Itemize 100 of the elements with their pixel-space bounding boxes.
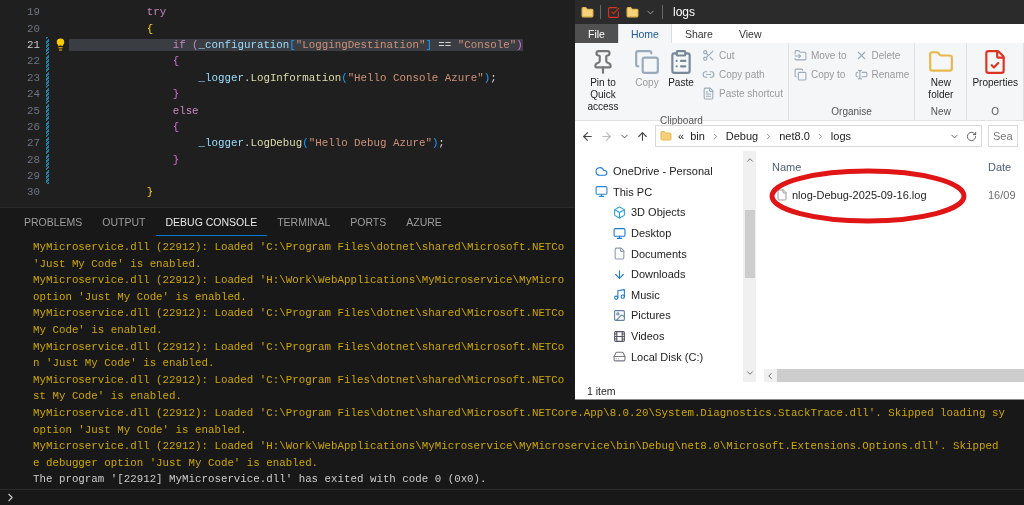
download-icon: [613, 267, 626, 281]
line-number: 30: [26, 186, 40, 199]
group-label: O: [990, 106, 1001, 119]
up-icon[interactable]: [636, 129, 649, 143]
status-text: 1 item: [586, 383, 617, 399]
console-line: The program '[22912] MyMicroservice.dll' has exited with code 0 (0x0).: [33, 472, 487, 488]
forward-icon[interactable]: [600, 129, 613, 143]
cut-icon: [702, 49, 715, 62]
move-icon: [793, 49, 807, 62]
file-item[interactable]: nlog-Debug-2025-09-16.log: [764, 189, 988, 201]
line-number: 19: [26, 6, 40, 19]
nav-item[interactable]: Downloads: [613, 263, 743, 285]
code-line: }: [171, 153, 180, 166]
console-line: MyMicroservice.dll (22912): Loaded 'C:\Program Files\dotnet\shared\Microsoft.NETCo: [33, 339, 565, 355]
code-line: try: [145, 6, 167, 19]
line-number: 25: [26, 104, 40, 117]
console-line: 'Just My Code' is enabled.: [33, 256, 202, 272]
nav-item[interactable]: Videos: [613, 325, 743, 347]
copy-icon: [634, 49, 660, 75]
video-icon: [613, 329, 626, 343]
console-line: st My Code' is enabled.: [33, 389, 183, 405]
group-label: Clipboard: [659, 115, 704, 128]
nav-item[interactable]: OneDrive - Personal: [595, 161, 743, 182]
panel-tab[interactable]: PORTS: [340, 208, 397, 236]
window-title: logs: [673, 5, 695, 19]
column-header[interactable]: Name: [764, 161, 988, 173]
breadcrumb[interactable]: net8.0: [779, 130, 810, 142]
file-date: 16/09: [988, 189, 1016, 201]
line-number: 27: [26, 137, 40, 150]
line-number: 23: [26, 71, 40, 84]
console-line: My Code' is enabled.: [33, 322, 163, 338]
refresh-icon[interactable]: [966, 130, 977, 142]
line-number: 22: [26, 55, 40, 68]
code-line: {: [145, 22, 154, 35]
console-line: MyMicroservice.dll (22912): Loaded 'H:\Work\WebApplications\MyMicroservice\MyMicroservice\bin\Debug\net8.0\Microsoft.Extensions.Options.dll'. Skipped: [33, 439, 999, 455]
console-line: n 'Just My Code' is enabled.: [33, 356, 215, 372]
panel-tab[interactable]: PROBLEMS: [14, 208, 93, 236]
search-field[interactable]: Sea: [988, 125, 1018, 147]
scrollbar-thumb[interactable]: [744, 210, 755, 278]
folder-icon: [927, 49, 954, 75]
new-folder-icon[interactable]: [626, 5, 639, 19]
scrollbar[interactable]: [743, 151, 756, 382]
shortcut-icon: [702, 87, 715, 100]
scroll-down-icon[interactable]: [744, 368, 755, 378]
console-line: e debugger option 'Just My Code' is enabled.: [33, 455, 319, 471]
scroll-up-icon[interactable]: [744, 155, 755, 165]
console-line: MyMicroservice.dll (22912): Loaded 'C:\Program Files\dotnet\shared\Microsoft.NETCo: [33, 372, 565, 388]
horizontal-scrollbar[interactable]: [764, 369, 1024, 382]
line-number: 20: [26, 22, 40, 35]
nav-item[interactable]: 3D Objects: [613, 202, 743, 223]
code-line: {: [171, 120, 180, 133]
panel-tab[interactable]: DEBUG CONSOLE: [155, 208, 268, 236]
picture-icon: [613, 308, 626, 322]
nav-item[interactable]: Desktop: [613, 222, 743, 244]
line-number: 24: [26, 88, 40, 101]
ribbon-button[interactable]: Pin to Quick access: [578, 47, 628, 115]
nav-item[interactable]: Pictures: [613, 305, 743, 326]
code-line: _logger.LogDebug("Hello Debug Azure");: [197, 137, 445, 150]
group-label: New: [929, 106, 952, 119]
ribbon-tab[interactable]: View: [725, 24, 775, 43]
breadcrumb[interactable]: «: [678, 130, 685, 142]
breadcrumb[interactable]: logs: [830, 130, 851, 142]
console-line: MyMicroservice.dll (22912): Loaded 'C:\Program Files\dotnet\shared\Microsoft.NETCore.App\8.0.20\System.Diagnostics.StackTrace.dll'. Skipped loading sy: [33, 405, 1005, 421]
panel-tab[interactable]: AZURE: [396, 208, 452, 236]
console-line: option 'Just My Code' is enabled.: [33, 422, 247, 438]
copyto-icon: [793, 68, 807, 81]
ribbon-tab[interactable]: File: [575, 24, 618, 43]
nav-item[interactable]: Music: [613, 284, 743, 306]
ribbon-button[interactable]: New folder: [918, 47, 964, 106]
ribbon-tab[interactable]: Share: [671, 24, 726, 43]
code-line: _logger.LogInformation("Hello Console Azure");: [197, 71, 497, 84]
paste-icon: [668, 49, 694, 75]
file-icon: [776, 189, 788, 201]
column-header[interactable]: Date: [988, 161, 1012, 173]
back-icon[interactable]: [581, 129, 594, 143]
line-number: 29: [26, 170, 40, 183]
rename-icon: [854, 68, 868, 81]
ribbon-button[interactable]: Paste: [666, 47, 696, 115]
folder-icon: [581, 5, 594, 19]
breadcrumb[interactable]: bin: [690, 130, 705, 142]
path-icon: [702, 68, 715, 81]
ribbon-button[interactable]: Properties: [970, 47, 1020, 106]
properties-icon[interactable]: [607, 5, 620, 19]
console-line: MyMicroservice.dll (22912): Loaded 'C:\Program Files\dotnet\shared\Microsoft.NETCo: [33, 240, 565, 255]
group-label: Organise: [830, 106, 873, 119]
panel-tab[interactable]: TERMINAL: [267, 208, 341, 236]
breadcrumb[interactable]: Debug: [725, 130, 759, 142]
address-bar[interactable]: « bin Debug net8.0 logs: [655, 125, 982, 147]
pc-icon: [595, 185, 608, 199]
scroll-left-icon[interactable]: [765, 370, 775, 381]
nav-item[interactable]: Documents: [613, 243, 743, 264]
panel-tab[interactable]: OUTPUT: [92, 208, 156, 236]
lightbulb-icon[interactable]: [54, 38, 67, 52]
console-line: option 'Just My Code' is enabled.: [33, 289, 247, 305]
desktop-icon: [613, 226, 626, 240]
code-line: {: [171, 55, 180, 68]
nav-item[interactable]: Local Disk (C:): [613, 346, 743, 367]
nav-item[interactable]: This PC: [595, 181, 743, 203]
line-number: 21: [26, 38, 40, 51]
ribbon-tab[interactable]: Home: [617, 24, 672, 43]
